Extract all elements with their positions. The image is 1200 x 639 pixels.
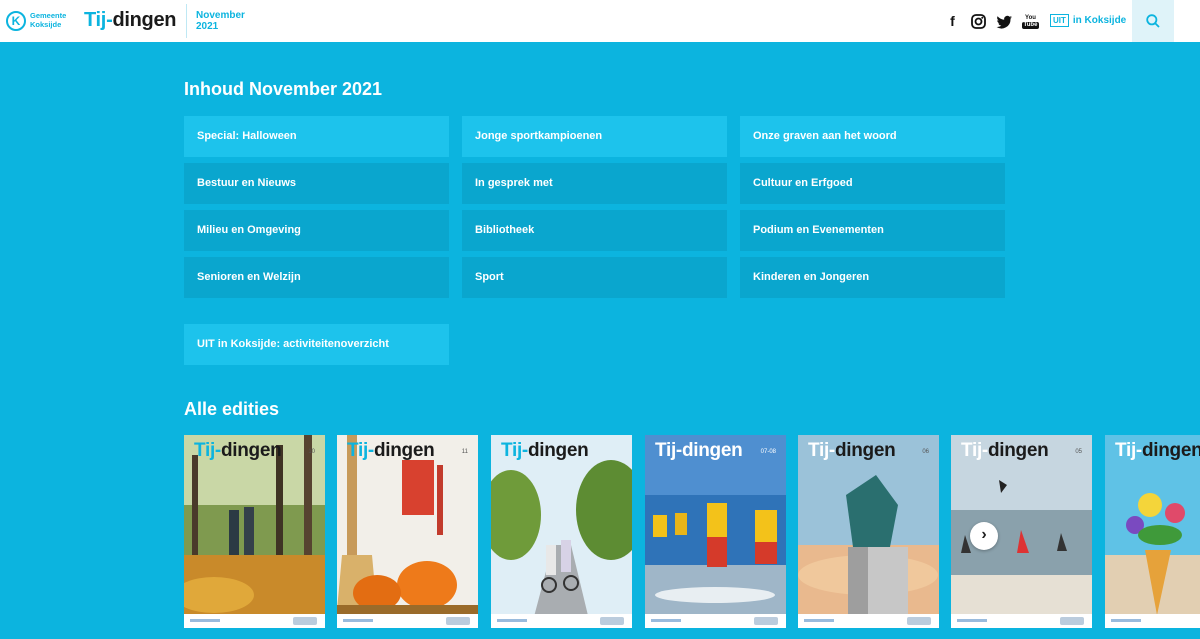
cover-title-rest: dingen bbox=[987, 440, 1049, 461]
cover-edition-number: 06 bbox=[922, 449, 929, 455]
content-tile-sport[interactable]: Sport bbox=[462, 257, 727, 298]
header-divider bbox=[186, 4, 187, 38]
content-tile-podium-en-evenementen[interactable]: Podium en Evenementen bbox=[740, 210, 1005, 251]
koksijde-logo-icon[interactable]: K bbox=[6, 11, 26, 31]
cover-photo-lifeguards bbox=[645, 435, 786, 628]
twitter-icon[interactable] bbox=[996, 13, 1013, 30]
youtube-text-1: You bbox=[1025, 14, 1036, 21]
content-tile-cultuur-en-erfgoed[interactable]: Cultuur en Erfgoed bbox=[740, 163, 1005, 204]
instagram-icon[interactable] bbox=[970, 13, 987, 30]
cover-edition-number: 11 bbox=[461, 449, 468, 455]
search-button[interactable] bbox=[1132, 0, 1174, 42]
cover-title-prefix: Tij- bbox=[347, 440, 374, 461]
cover-title: Tij-dingen bbox=[655, 440, 743, 462]
content-tile-kinderen-en-jongeren[interactable]: Kinderen en Jongeren bbox=[740, 257, 1005, 298]
cover-title-rest: dingen bbox=[681, 440, 743, 461]
content-tile-senioren-en-welzijn[interactable]: Senioren en Welzijn bbox=[184, 257, 449, 298]
cover-photo-statue bbox=[798, 435, 939, 628]
site-header: K Gemeente Koksijde Tij-dingen November … bbox=[0, 0, 1200, 42]
cover-title: Tij-dingen bbox=[1115, 440, 1200, 462]
uit-in-koksijde-link[interactable]: UIT in Koksijde bbox=[1050, 14, 1126, 27]
brand-rest: dingen bbox=[112, 9, 177, 31]
youtube-text-2: Tube bbox=[1022, 21, 1039, 29]
brand-prefix: Tij- bbox=[84, 9, 113, 31]
cover-edition-number: 10 bbox=[308, 449, 315, 455]
cover-title-prefix: Tij- bbox=[808, 440, 835, 461]
cover-title-rest: dingen bbox=[373, 440, 435, 461]
cover-photo-halloween bbox=[337, 435, 478, 628]
cover-title: Tij-dingen bbox=[501, 440, 589, 462]
edition-cover[interactable]: Tij-dingen 06 bbox=[798, 435, 939, 628]
social-links: f You Tube bbox=[944, 12, 1039, 30]
cover-title-rest: dingen bbox=[527, 440, 589, 461]
content-tile-uit-activiteitenoverzicht[interactable]: UIT in Koksijde: activiteitenoverzicht bbox=[184, 324, 449, 365]
cover-title: Tij-dingen bbox=[961, 440, 1049, 462]
uit-logo-box: UIT bbox=[1050, 14, 1069, 27]
editions-title: Alle edities bbox=[184, 399, 280, 419]
cover-title-prefix: Tij- bbox=[1115, 440, 1142, 461]
editions-carousel: Tij-dingen 10 Tij-dingen 11 Tij-dingen T… bbox=[184, 435, 1200, 639]
cover-title: Tij-dingen bbox=[808, 440, 896, 462]
cover-title-prefix: Tij- bbox=[501, 440, 528, 461]
cover-title: Tij-dingen bbox=[194, 440, 282, 462]
cover-title: Tij-dingen bbox=[347, 440, 435, 462]
cover-title-rest: dingen bbox=[1141, 440, 1200, 461]
facebook-icon[interactable]: f bbox=[944, 13, 961, 30]
search-icon bbox=[1146, 14, 1160, 28]
content-tile-jonge-sportkampioenen[interactable]: Jonge sportkampioenen bbox=[462, 116, 727, 157]
content-tile-milieu-en-omgeving[interactable]: Milieu en Omgeving bbox=[184, 210, 449, 251]
content-tile-onze-graven[interactable]: Onze graven aan het woord bbox=[740, 116, 1005, 157]
contents-title: Inhoud November 2021 bbox=[184, 79, 383, 99]
content-tile-bibliotheek[interactable]: Bibliotheek bbox=[462, 210, 727, 251]
cover-photo-forest bbox=[184, 435, 325, 628]
municipality-name[interactable]: Gemeente Koksijde bbox=[30, 11, 66, 29]
cover-footer bbox=[184, 614, 325, 628]
cover-footer bbox=[798, 614, 939, 628]
edition-year: 2021 bbox=[196, 20, 219, 32]
cover-footer bbox=[337, 614, 478, 628]
cover-title-rest: dingen bbox=[834, 440, 896, 461]
content-tile-in-gesprek-met[interactable]: In gesprek met bbox=[462, 163, 727, 204]
current-edition[interactable]: November 2021 bbox=[196, 10, 245, 32]
edition-cover[interactable]: Tij-dingen bbox=[1105, 435, 1200, 628]
edition-cover[interactable]: Tij-dingen 07-08 bbox=[645, 435, 786, 628]
edition-cover[interactable]: Tij-dingen 10 bbox=[184, 435, 325, 628]
cover-title-prefix: Tij- bbox=[194, 440, 221, 461]
cover-edition-number: 05 bbox=[1075, 449, 1082, 455]
cover-footer bbox=[1105, 614, 1200, 628]
cover-title-rest: dingen bbox=[220, 440, 282, 461]
content-tile-bestuur-en-nieuws[interactable]: Bestuur en Nieuws bbox=[184, 163, 449, 204]
cover-photo-cyclists bbox=[491, 435, 632, 628]
cover-title-prefix: Tij- bbox=[961, 440, 988, 461]
youtube-icon[interactable]: You Tube bbox=[1022, 13, 1039, 30]
content-tile-special-halloween[interactable]: Special: Halloween bbox=[184, 116, 449, 157]
cover-title-prefix: Tij- bbox=[655, 440, 682, 461]
cover-footer bbox=[645, 614, 786, 628]
carousel-next-button[interactable]: › bbox=[970, 522, 998, 550]
edition-cover[interactable]: Tij-dingen bbox=[491, 435, 632, 628]
uit-link-label: in Koksijde bbox=[1072, 15, 1127, 26]
cover-footer bbox=[491, 614, 632, 628]
edition-month: November bbox=[196, 10, 245, 21]
brand-logo[interactable]: Tij-dingen bbox=[84, 9, 176, 32]
cover-edition-number: 07-08 bbox=[760, 449, 776, 455]
municipality-line2: Koksijde bbox=[30, 19, 62, 29]
cover-footer bbox=[951, 614, 1092, 628]
edition-cover[interactable]: Tij-dingen 11 bbox=[337, 435, 478, 628]
cover-photo-flowers bbox=[1105, 435, 1200, 628]
